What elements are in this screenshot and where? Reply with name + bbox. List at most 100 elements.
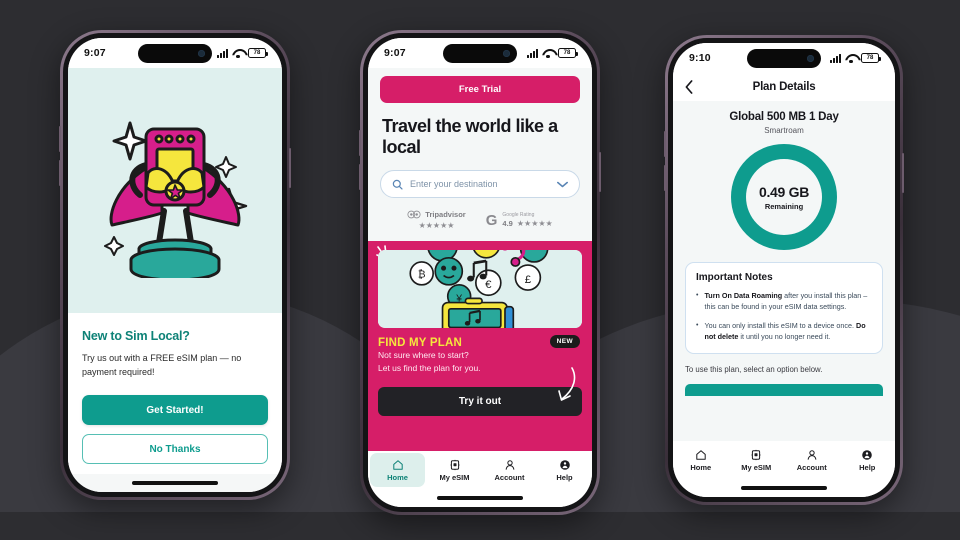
svg-text:€: €	[485, 279, 492, 291]
bullet-icon: •	[696, 292, 699, 299]
home-indicator-bar	[368, 489, 592, 507]
volume-down-button[interactable]	[664, 165, 666, 191]
volume-up-button[interactable]	[664, 131, 666, 157]
tripadvisor-stars: ★★★★★	[418, 221, 455, 231]
phone-mockup-onboarding: 9:07 78 New to Sim Local? Try us out wit…	[59, 30, 291, 500]
curved-arrow-icon	[558, 367, 576, 401]
nav-label-help: Help	[859, 462, 876, 472]
dynamic-island	[747, 49, 821, 68]
plan-option-button[interactable]	[685, 383, 883, 396]
chevron-down-icon[interactable]	[557, 181, 568, 188]
use-plan-instruction: To use this plan, select an option below…	[685, 364, 823, 374]
volume-up-button[interactable]	[59, 126, 61, 152]
nav-label-account: Account	[796, 462, 827, 472]
destination-search-field[interactable]: Enter your destination	[380, 170, 580, 199]
battery-level: 78	[866, 55, 874, 61]
promo-image: ₿ € £ ¥	[378, 250, 582, 329]
promo-line-1: Not sure where to start?	[378, 350, 469, 361]
home-indicator-bar	[68, 474, 282, 492]
battery-icon: 78	[558, 48, 578, 58]
usage-value: 0.49 GB	[758, 183, 810, 200]
free-trial-banner[interactable]: Free Trial	[380, 76, 580, 103]
wifi-icon	[845, 54, 857, 63]
bottom-navigation: Home My eSIM Account Help	[673, 441, 895, 479]
onboarding-illustration	[68, 68, 282, 314]
phone-mockup-plan-details: 9:10 78 Plan Details Global 500 MB 1 Day…	[664, 35, 904, 505]
page-title: Plan Details	[752, 81, 816, 93]
superhero-arcade-machine-trophy-illustration	[104, 121, 248, 279]
svg-text:£: £	[525, 274, 532, 286]
plan-brand: Smartroam	[764, 126, 804, 135]
coins-and-music-player-illustration: ₿ € £ ¥	[378, 250, 582, 329]
signal-bars-icon	[527, 48, 538, 58]
dynamic-island	[138, 44, 212, 63]
nav-item-home[interactable]: Home	[673, 441, 729, 479]
battery-level: 78	[253, 50, 261, 56]
no-thanks-button[interactable]: No Thanks	[82, 434, 268, 464]
wifi-icon	[542, 49, 554, 58]
wifi-icon	[232, 49, 244, 58]
nav-item-help[interactable]: Help	[840, 441, 896, 479]
volume-up-button[interactable]	[359, 130, 361, 156]
help-circle-icon	[862, 449, 873, 460]
power-button[interactable]	[599, 152, 601, 192]
status-bar: 9:10 78	[673, 43, 895, 73]
get-started-button[interactable]: Get Started!	[82, 395, 268, 425]
volume-down-button[interactable]	[59, 160, 61, 186]
background-base-strip	[0, 512, 960, 540]
notes-title: Important Notes	[696, 272, 773, 283]
ratings-row: Tripadvisor ★★★★★ G Google Rating 4.9 ★★…	[368, 198, 592, 241]
svg-text:₿: ₿	[418, 269, 426, 281]
tripadvisor-label: Tripadvisor	[425, 210, 466, 220]
nav-label-home: Home	[387, 472, 408, 482]
nav-item-help[interactable]: Help	[537, 451, 592, 489]
home-indicator-bar	[673, 479, 895, 497]
note-pre-2: You can only install this eSIM to a devi…	[704, 321, 857, 331]
promo-line-2: Let us find the plan for you.	[378, 362, 481, 373]
front-camera-icon	[503, 50, 510, 57]
search-icon	[392, 179, 403, 190]
battery-icon: 78	[861, 53, 881, 63]
signal-bars-icon	[830, 53, 841, 63]
usage-donut-ring: 0.49 GB Remaining	[731, 144, 837, 250]
home-icon	[696, 449, 706, 460]
tripadvisor-rating: Tripadvisor ★★★★★	[407, 210, 466, 231]
help-circle-icon	[559, 459, 570, 470]
dynamic-island	[443, 44, 517, 63]
note-bold-1: Turn On Data Roaming	[704, 291, 783, 300]
volume-down-button[interactable]	[359, 164, 361, 190]
google-rating-score: 4.9	[502, 219, 513, 229]
person-icon	[807, 449, 817, 460]
chevron-left-icon[interactable]	[685, 80, 693, 94]
nav-label-my-esim: My eSIM	[439, 472, 470, 482]
nav-item-my-esim[interactable]: My eSIM	[729, 441, 785, 479]
signal-bars-icon	[217, 48, 228, 58]
status-bar: 9:07 78	[368, 38, 592, 68]
power-button[interactable]	[902, 153, 904, 193]
note-item: • Turn On Data Roaming after you install…	[696, 290, 872, 312]
usage-label: Remaining	[764, 201, 804, 211]
battery-icon: 78	[248, 48, 268, 58]
plan-name: Global 500 MB 1 Day	[729, 111, 839, 123]
home-icon	[392, 459, 403, 470]
bottom-navigation: Home My eSIM Account Help	[368, 451, 592, 489]
bullet-icon: •	[696, 322, 699, 330]
nav-label-my-esim: My eSIM	[741, 462, 772, 472]
nav-item-home[interactable]: Home	[370, 453, 425, 487]
new-badge: NEW	[549, 335, 580, 349]
find-my-plan-promo-card[interactable]: ₿ € £ ¥ FIND MY PLAN NEW Not sure where …	[368, 241, 592, 451]
note-item: • You can only install this eSIM to a de…	[696, 320, 872, 342]
page-heading: Travel the world like a local	[382, 116, 558, 158]
sim-chip-icon	[751, 449, 761, 460]
google-stars: ★★★★★	[516, 219, 553, 229]
nav-label-account: Account	[494, 472, 525, 482]
front-camera-icon	[807, 55, 814, 62]
try-it-out-button[interactable]: Try it out	[378, 386, 582, 416]
power-button[interactable]	[289, 148, 291, 188]
screenshot-stage: 9:07 78 New to Sim Local? Try us out wit…	[0, 0, 960, 540]
nav-item-my-esim[interactable]: My eSIM	[427, 451, 482, 489]
nav-item-account[interactable]: Account	[784, 441, 840, 479]
phone-mockup-home: 9:07 78 Free Trial Travel the world like…	[359, 30, 601, 515]
important-notes-card: Important Notes • Turn On Data Roaming a…	[685, 262, 883, 354]
nav-item-account[interactable]: Account	[482, 451, 537, 489]
